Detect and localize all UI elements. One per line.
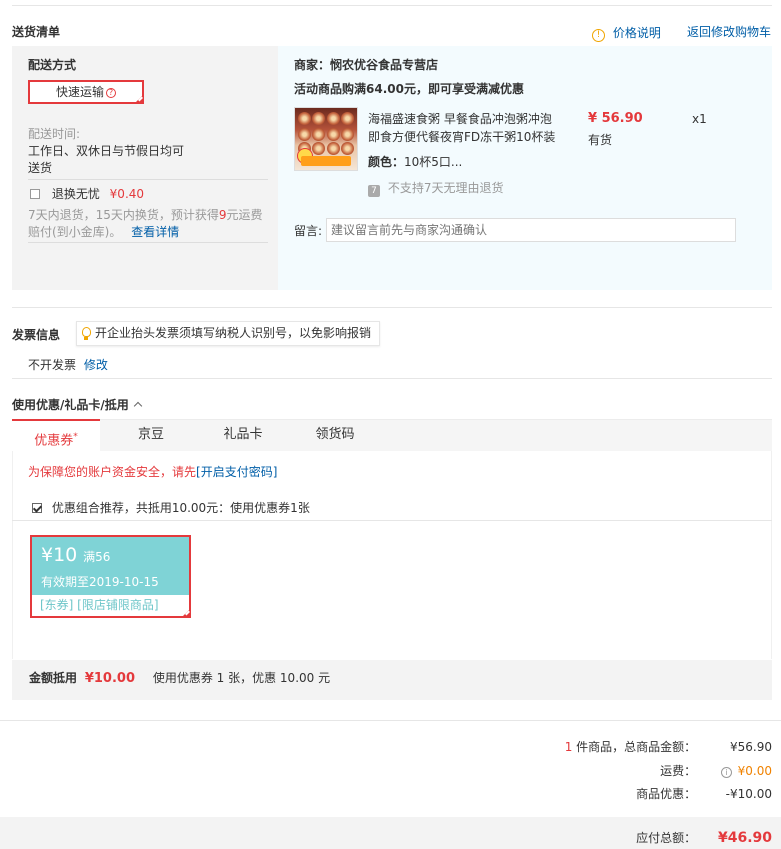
ship-method-option[interactable]: 快速运输? <box>28 80 144 104</box>
ship-method-value: 快速运输 <box>55 85 104 99</box>
invoice-value: 不开发票 修改 <box>28 358 108 372</box>
security-tip: 为保障您的账户资金安全，请先[开启支付密码] <box>28 465 278 479</box>
tab-jingdou[interactable]: 京豆 <box>108 419 194 451</box>
info-icon[interactable]: i <box>720 767 732 778</box>
swap-desc-1: 7天内退货，15天内换货，预计获得9元运费 <box>28 208 263 222</box>
warning-icon: ! <box>592 29 605 42</box>
invoice-title: 发票信息 <box>12 328 61 342</box>
product-thumbnail[interactable] <box>294 107 358 171</box>
selected-check-icon <box>181 608 191 618</box>
coupon-card[interactable]: ¥10 满56 有效期至2019-10-15 [东券] [限店铺限商品] <box>30 535 191 618</box>
swap-service-checkbox[interactable]: 退换无忧 ¥0.40 <box>30 185 144 202</box>
coupon-section-toggle[interactable]: 使用优惠/礼品卡/抵用 <box>12 396 143 413</box>
coupon-condition: 满56 <box>83 550 111 564</box>
divider <box>12 520 772 521</box>
invoice-tip: 开企业抬头发票须填写纳税人识别号，以免影响报销 <box>76 321 380 346</box>
no-return-icon: 7 <box>368 185 380 197</box>
deduct-summary: 金额抵用 ¥10.00 使用优惠券 1 张，优惠 10.00 元 <box>29 671 331 686</box>
divider <box>12 378 772 379</box>
section-title: 送货清单 <box>12 25 61 39</box>
combo-text: 优惠组合推荐，共抵用10.00元：使用优惠券1张 <box>51 501 310 515</box>
tab-coupon[interactable]: 优惠券* <box>12 419 100 451</box>
checkbox[interactable] <box>30 189 40 199</box>
product-price: ¥ 56.90 <box>588 111 643 126</box>
invoice-edit-link[interactable]: 修改 <box>84 358 108 372</box>
swap-desc-2: 赔付(到小金库)。 查看详情 <box>28 225 180 239</box>
combo-recommend-checkbox[interactable]: 优惠组合推荐，共抵用10.00元：使用优惠券1张 <box>32 499 310 516</box>
discount-row: 商品优惠： -¥10.00 <box>636 787 772 801</box>
shop-name: 商家：悯农优谷食品专营店 <box>294 58 439 72</box>
divider <box>12 307 772 308</box>
selected-check-icon <box>134 94 144 104</box>
divider <box>0 720 781 721</box>
ship-time-value-1: 工作日、双休日与节假日均可 <box>28 144 185 158</box>
enable-pay-password-link[interactable]: [开启支付密码] <box>196 465 277 479</box>
freight-row: 运费： i ¥0.00 <box>660 764 772 778</box>
tab-giftcard[interactable]: 礼品卡 <box>200 419 286 451</box>
memo-label: 留言: <box>294 224 323 238</box>
tab-pickup-code[interactable]: 领货码 <box>292 419 378 451</box>
divider <box>28 242 268 243</box>
back-to-cart-link[interactable]: 返回修改购物车 <box>687 23 771 40</box>
swap-price: ¥0.40 <box>109 187 145 201</box>
promo-text: 活动商品购满64.00元，即可享受满减优惠 <box>294 82 524 96</box>
goods-total-row: 1 件商品，总商品金额： ¥56.90 <box>564 740 772 754</box>
memo-input[interactable] <box>326 218 736 242</box>
swap-label: 退换无忧 <box>51 187 100 201</box>
stock-status: 有货 <box>588 133 613 147</box>
swap-detail-link[interactable]: 查看详情 <box>131 225 179 239</box>
ship-time-value-2: 送货 <box>28 161 53 175</box>
coupon-amount: ¥10 <box>41 544 78 566</box>
payable-row: 应付总额： ¥46.90 <box>636 830 772 846</box>
lightbulb-icon <box>82 327 91 340</box>
product-qty: x1 <box>692 112 707 126</box>
price-explain-link[interactable]: ! 价格说明 <box>592 24 661 42</box>
help-icon[interactable]: ? <box>106 88 116 98</box>
checkbox[interactable] <box>32 503 42 513</box>
price-explain-label: 价格说明 <box>612 26 661 40</box>
top-divider <box>12 5 772 6</box>
no-return-note: 7 不支持7天无理由退货 <box>368 179 503 197</box>
ship-time-label: 配送时间: <box>28 127 81 141</box>
divider <box>28 179 268 180</box>
coupon-valid: 有效期至2019-10-15 <box>41 575 159 589</box>
chevron-up-icon <box>133 401 143 411</box>
product-color: 颜色：10杯5口... <box>368 155 463 169</box>
coupon-tags: [东券] [限店铺限商品] <box>40 598 159 612</box>
ship-method-label: 配送方式 <box>28 58 77 72</box>
product-title[interactable]: 海福盛速食粥 早餐食品冲泡粥冲泡 即食方便代餐夜宵FD冻干粥10杯装 <box>368 110 555 146</box>
